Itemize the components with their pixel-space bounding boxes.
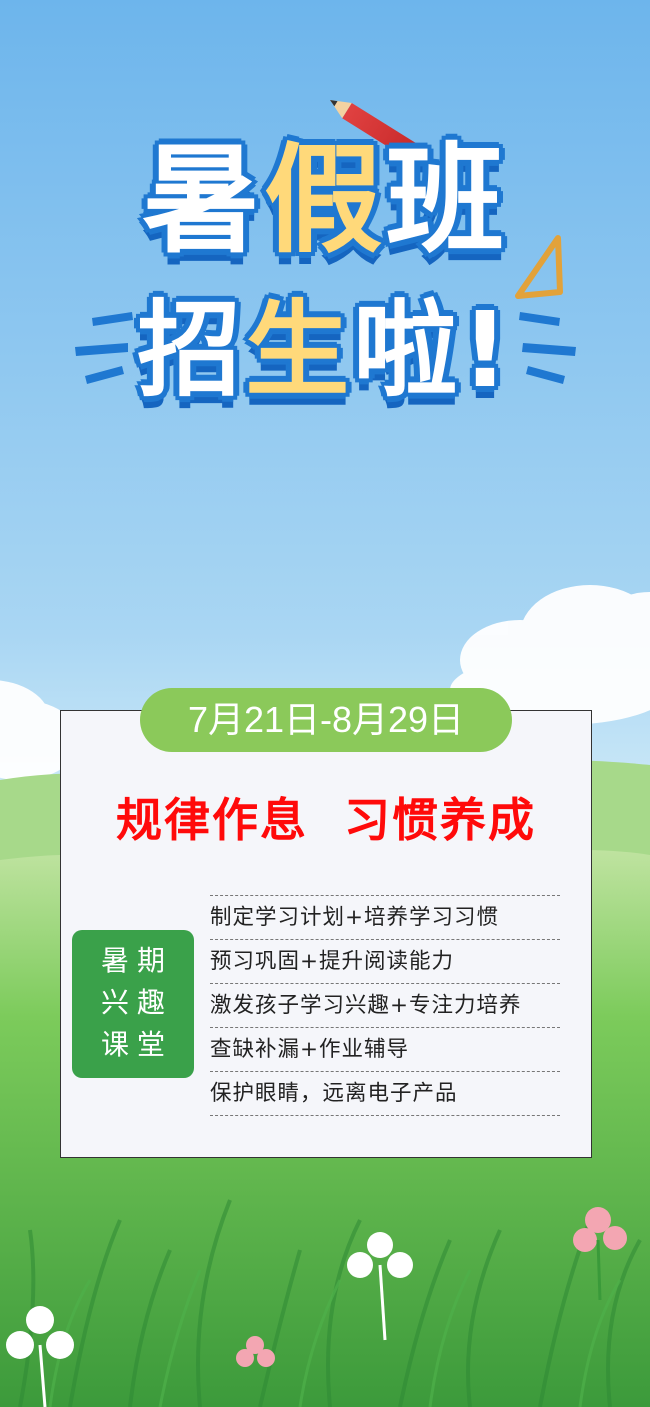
date-range-badge: 7月21日-8月29日 [140,688,512,752]
badge-line: 兴趣 [100,986,173,1019]
title-line-1: 暑假班 [0,135,650,265]
headline: 规律作息 习惯养成 [115,793,537,847]
list-item: 预习巩固+提升阅读能力 [210,939,560,983]
title-char: 暑 [141,131,264,269]
title-char: 啦! [353,289,513,411]
title-char: 招 [137,289,246,411]
divider [210,1115,560,1116]
list-item: 制定学习计划+培养学习习惯 [210,895,560,939]
list-item: 查缺补漏+作业辅导 [210,1027,560,1071]
badge-line: 课堂 [100,1028,173,1061]
list-item: 激发孩子学习兴趣+专注力培养 [210,983,560,1027]
badge-line: 暑期 [100,944,173,977]
feature-list: 制定学习计划+培养学习习惯 预习巩固+提升阅读能力 激发孩子学习兴趣+专注力培养… [210,895,560,1116]
title-block: 暑假班 招生啦! [0,95,650,435]
title-char-accent: 假 [263,131,386,269]
title-char-accent: 生 [245,289,354,411]
title-line-2: 招生啦! [0,290,650,410]
title-char: 班 [386,131,509,269]
course-badge: 暑期 兴趣 课堂 [72,930,194,1078]
list-item: 保护眼睛，远离电子产品 [210,1071,560,1115]
